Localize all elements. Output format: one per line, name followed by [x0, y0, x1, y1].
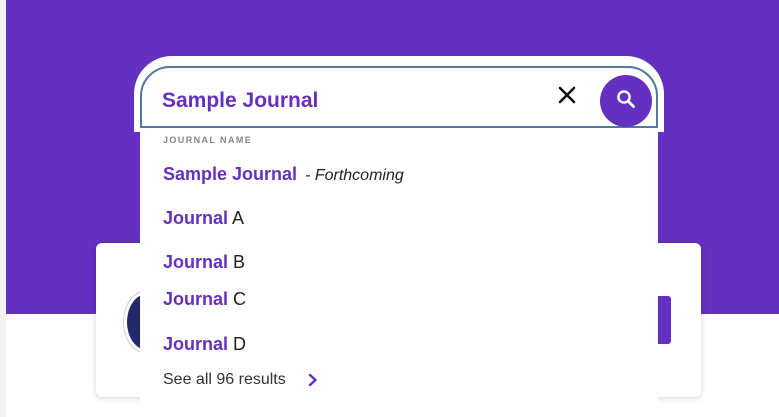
- suggestion-item[interactable]: Journal B: [163, 252, 245, 273]
- suggestion-item[interactable]: Journal D: [163, 334, 246, 355]
- suggestion-rest: A: [228, 208, 245, 228]
- suggestion-match: Journal: [163, 334, 229, 354]
- chevron-right-icon: [308, 373, 318, 387]
- suggestion-rest: D: [228, 334, 247, 354]
- page: Sample Journal JOURNAL NAME Sample Journ…: [6, 0, 779, 417]
- search-submit-button[interactable]: [600, 75, 652, 127]
- search-suggestions-dropdown: JOURNAL NAME Sample Journal - Forthcoming…: [140, 128, 658, 417]
- suggestion-item[interactable]: Journal A: [163, 208, 244, 229]
- see-all-label: See all 96 results: [163, 371, 286, 388]
- search-input[interactable]: Sample Journal: [140, 66, 658, 128]
- clear-search-button[interactable]: [550, 80, 584, 114]
- search-icon: [615, 88, 637, 115]
- close-icon: [557, 85, 577, 110]
- suggestion-rest: B: [228, 252, 246, 272]
- suggestion-match: Journal: [163, 252, 229, 272]
- search-query-text[interactable]: Sample Journal: [162, 89, 318, 113]
- see-all-results-link[interactable]: See all 96 results: [163, 371, 318, 389]
- suggestion-item[interactable]: Journal C: [163, 289, 246, 310]
- suggestion-item[interactable]: Sample Journal - Forthcoming: [163, 164, 404, 185]
- suggestion-match: Journal: [163, 208, 229, 228]
- suggestion-rest: C: [228, 289, 247, 309]
- section-label-journal-name: JOURNAL NAME: [163, 135, 253, 145]
- suggestion-match: Sample Journal: [163, 164, 298, 184]
- suggestion-match: Journal: [163, 289, 229, 309]
- suggestion-note: - Forthcoming: [305, 167, 404, 184]
- card-action-button[interactable]: [656, 296, 671, 344]
